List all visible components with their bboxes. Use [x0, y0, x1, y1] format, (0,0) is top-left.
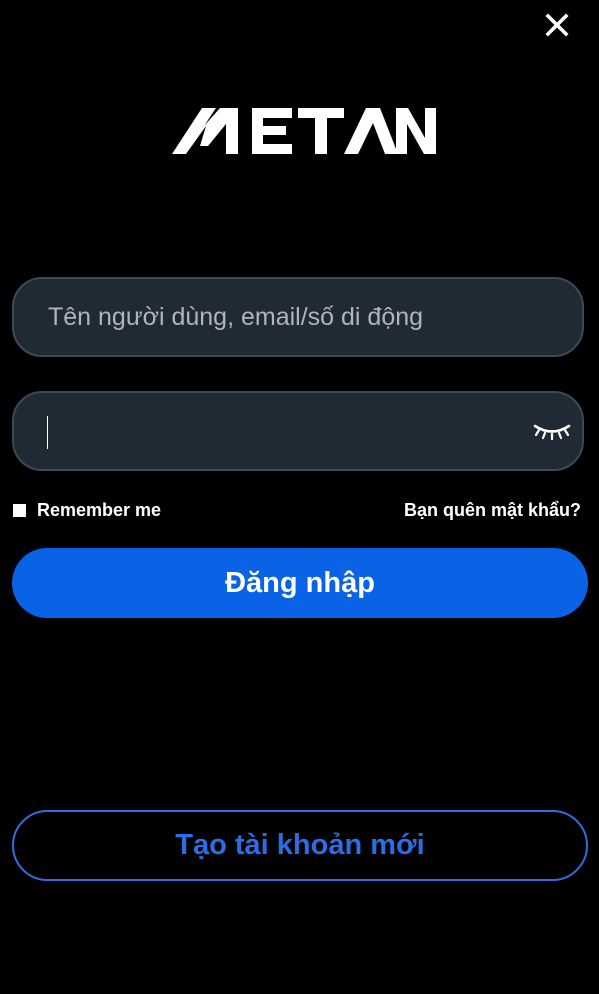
login-button[interactable]: Đăng nhập [12, 548, 588, 618]
password-field[interactable] [12, 391, 584, 471]
checkbox-box[interactable] [13, 503, 26, 517]
password-visibility-toggle[interactable] [532, 420, 572, 444]
eye-closed-icon [533, 424, 571, 441]
app-logo [172, 104, 438, 160]
close-icon [545, 13, 569, 37]
username-input[interactable] [14, 279, 582, 355]
close-button[interactable] [541, 9, 573, 41]
username-field[interactable] [12, 277, 584, 357]
text-caret [47, 416, 48, 449]
create-account-button[interactable]: Tạo tài khoản mới [12, 810, 588, 881]
metan-logo-mark [172, 108, 436, 154]
forgot-password-link[interactable]: Bạn quên mật khẩu? [404, 499, 581, 521]
remember-me-label: Remember me [37, 499, 162, 520]
remember-me-checkbox[interactable]: Remember me [13, 499, 161, 521]
